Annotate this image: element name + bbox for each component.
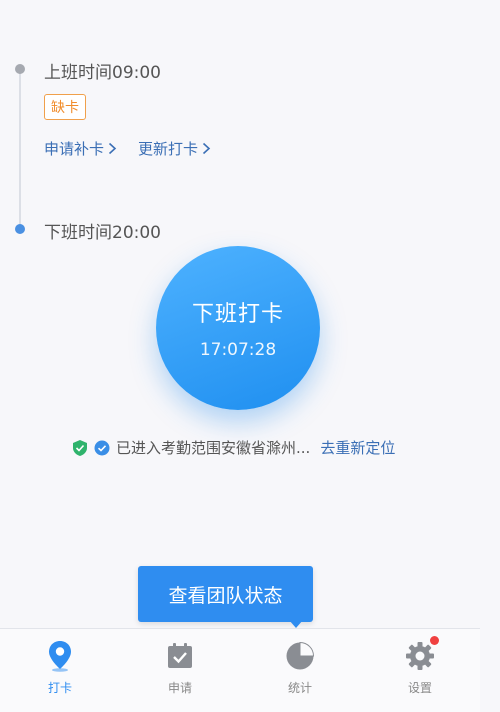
tab-settings-label: 设置 xyxy=(407,681,432,695)
off-duty-punch-button[interactable]: 下班打卡 17:07:28 xyxy=(156,246,320,410)
tab-punch[interactable]: 打卡 xyxy=(0,629,120,712)
gear-icon xyxy=(403,636,439,673)
off-duty-dot xyxy=(15,224,25,234)
location-status-row: 已进入考勤范围安徽省滁州... 去重新定位 xyxy=(72,437,395,458)
update-punch-link[interactable]: 更新打卡 xyxy=(138,138,211,159)
tab-punch-label: 打卡 xyxy=(47,681,72,695)
calendar-check-icon xyxy=(163,639,197,673)
timeline-line xyxy=(19,70,21,228)
location-pin-icon xyxy=(43,639,77,673)
chevron-right-icon xyxy=(108,142,117,155)
update-punch-label: 更新打卡 xyxy=(138,140,199,158)
missing-punch-badge: 缺卡 xyxy=(44,94,86,120)
team-status-button-pointer xyxy=(289,620,303,628)
apply-makeup-label: 申请补卡 xyxy=(44,140,105,158)
tab-statistics[interactable]: 统计 xyxy=(240,629,360,712)
tab-statistics-label: 统计 xyxy=(287,681,312,695)
pie-chart-icon xyxy=(283,639,317,673)
tab-apply-label: 申请 xyxy=(167,681,192,695)
shield-check-icon xyxy=(73,439,87,456)
chevron-right-icon xyxy=(202,142,211,155)
relocate-link[interactable]: 去重新定位 xyxy=(320,437,395,458)
on-duty-dot xyxy=(15,64,25,74)
apply-makeup-link[interactable]: 申请补卡 xyxy=(44,138,117,159)
verified-check-icon xyxy=(94,440,110,455)
team-status-button[interactable]: 查看团队状态 xyxy=(138,566,313,622)
bottom-tab-bar: 打卡 申请 统计 设置 xyxy=(0,628,480,712)
punch-button-title: 下班打卡 xyxy=(191,302,284,327)
tab-apply[interactable]: 申请 xyxy=(120,629,240,712)
notification-dot xyxy=(430,636,439,645)
punch-button-time: 17:07:28 xyxy=(199,340,277,360)
on-duty-time-label: 上班时间09:00 xyxy=(44,63,161,83)
location-text: 已进入考勤范围安徽省滁州... xyxy=(116,439,311,457)
off-duty-time-label: 下班时间20:00 xyxy=(44,223,161,243)
tab-settings[interactable]: 设置 xyxy=(360,629,480,712)
